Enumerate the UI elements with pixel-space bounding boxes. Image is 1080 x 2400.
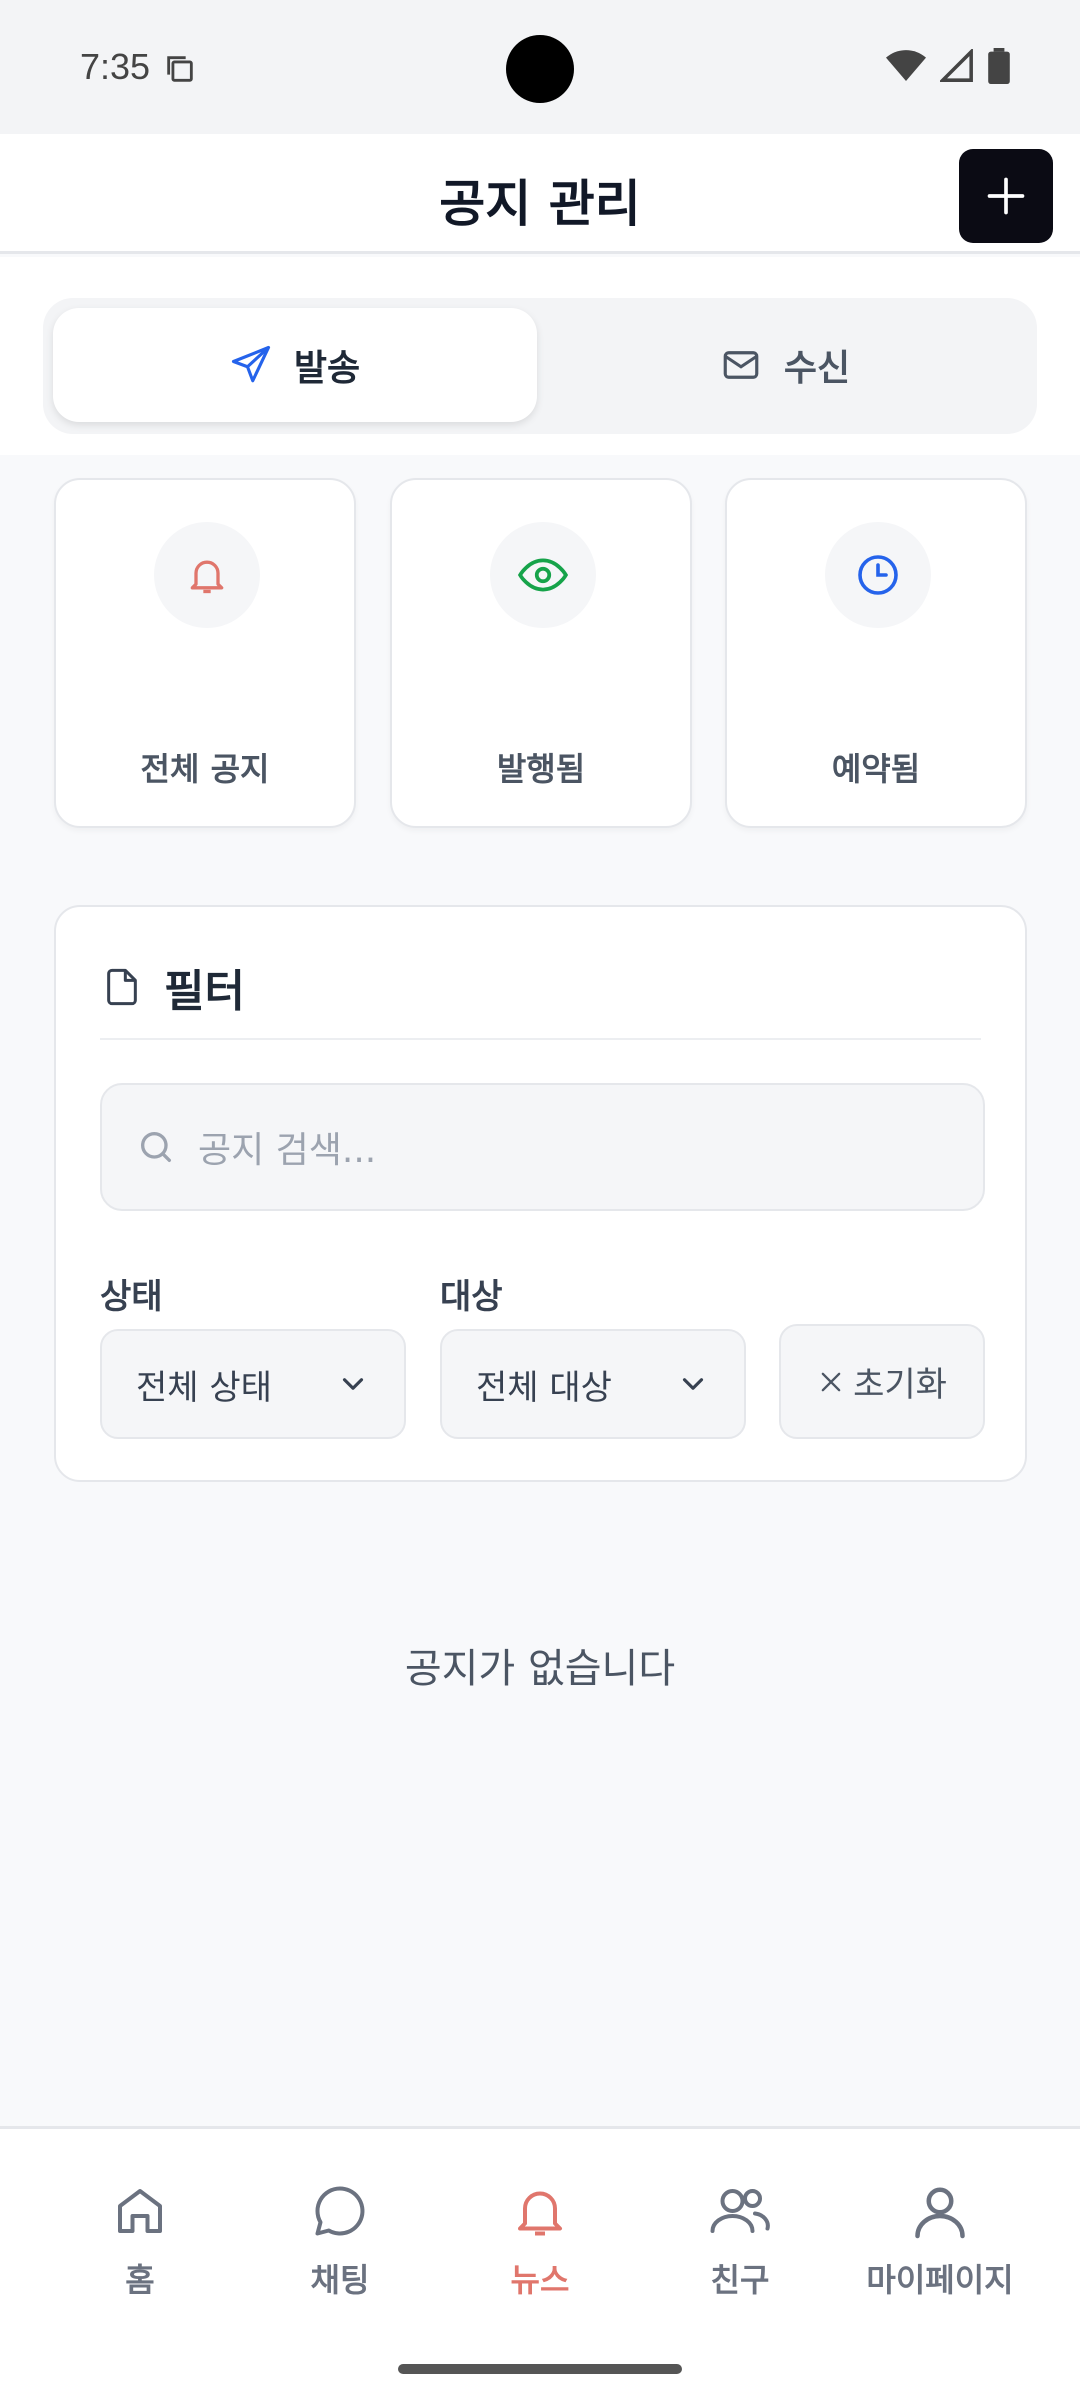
status-filter-label: 상태: [100, 1277, 163, 1317]
home-icon: [118, 2189, 162, 2233]
nav-item-news[interactable]: 뉴스: [440, 2181, 640, 2301]
bell-icon: [190, 560, 224, 594]
filter-title: 필터: [164, 966, 245, 1017]
nav-item-friends[interactable]: 친구: [640, 2181, 840, 2301]
filter-card: 필터 공지 검색... 상태 대상 전체 상태 전체 대상 초기화: [54, 905, 1027, 1482]
status-indicators: [886, 47, 1010, 88]
users-icon: [710, 2189, 770, 2233]
target-filter-label: 대상: [440, 1277, 503, 1317]
nav-label-chat: 채팅: [310, 2261, 370, 2299]
divider: [100, 1038, 981, 1040]
empty-state-message: 공지가 없습니다: [404, 1646, 676, 1692]
nav-label-news: 뉴스: [510, 2261, 570, 2299]
tab-send[interactable]: 발송: [53, 308, 537, 422]
nav-label-friends: 친구: [710, 2261, 770, 2299]
clipboard-icon: [163, 52, 197, 90]
nav-label-mypage: 마이페이지: [866, 2261, 1014, 2299]
search-input[interactable]: 공지 검색...: [100, 1083, 985, 1211]
status-bar: 7:35: [0, 0, 1080, 134]
segmented-tabs: 발송 수신: [43, 298, 1037, 434]
mail-icon: [723, 351, 759, 379]
search-placeholder: 공지 검색...: [198, 1130, 377, 1171]
app-header: 공지 관리: [0, 134, 1080, 254]
status-select-value: 전체 상태: [136, 1367, 272, 1408]
target-select[interactable]: 전체 대상: [440, 1329, 746, 1439]
wifi-icon: [886, 49, 926, 87]
reset-button[interactable]: 초기화: [779, 1324, 985, 1439]
stat-card-all[interactable]: 전체 공지: [54, 478, 356, 828]
tab-receive-label: 수신: [783, 348, 851, 389]
bottom-nav: 홈 채팅 뉴스 친구 마이페이지: [0, 2126, 1080, 2400]
stat-card-scheduled[interactable]: 예약됨: [725, 478, 1027, 828]
clock-icon: [858, 555, 898, 595]
user-icon: [915, 2187, 965, 2239]
search-icon: [141, 1132, 171, 1162]
camera-cutout: [506, 35, 574, 103]
chevron-down-icon: [342, 1378, 364, 1390]
stat-label-published: 발행됨: [496, 750, 586, 788]
add-notice-button[interactable]: [959, 149, 1053, 243]
reset-label: 초기화: [853, 1365, 947, 1405]
nav-label-home: 홈: [125, 2261, 155, 2299]
status-select[interactable]: 전체 상태: [100, 1329, 406, 1439]
target-select-value: 전체 대상: [476, 1367, 612, 1408]
chat-icon: [315, 2186, 365, 2236]
eye-icon: [518, 558, 568, 592]
home-indicator: [398, 2364, 682, 2374]
stat-card-published[interactable]: 발행됨: [390, 478, 692, 828]
plus-icon: [987, 177, 1025, 215]
tab-receive[interactable]: 수신: [543, 308, 1027, 422]
chevron-down-icon: [682, 1378, 704, 1390]
send-icon: [231, 345, 270, 383]
file-icon: [107, 968, 137, 1006]
tab-send-label: 발송: [293, 348, 361, 389]
bell-icon: [518, 2191, 562, 2236]
tabs-area: 발송 수신: [0, 257, 1080, 455]
page-title: 공지 관리: [439, 175, 641, 233]
signal-icon: [938, 47, 974, 87]
stat-label-all: 전체 공지: [140, 750, 270, 788]
battery-icon: [988, 48, 1010, 88]
close-icon: [821, 1372, 841, 1391]
nav-item-chat[interactable]: 채팅: [240, 2181, 440, 2301]
status-time: 7:35: [80, 46, 151, 87]
stat-label-scheduled: 예약됨: [831, 750, 921, 788]
nav-item-mypage[interactable]: 마이페이지: [840, 2181, 1040, 2301]
nav-item-home[interactable]: 홈: [40, 2181, 240, 2301]
